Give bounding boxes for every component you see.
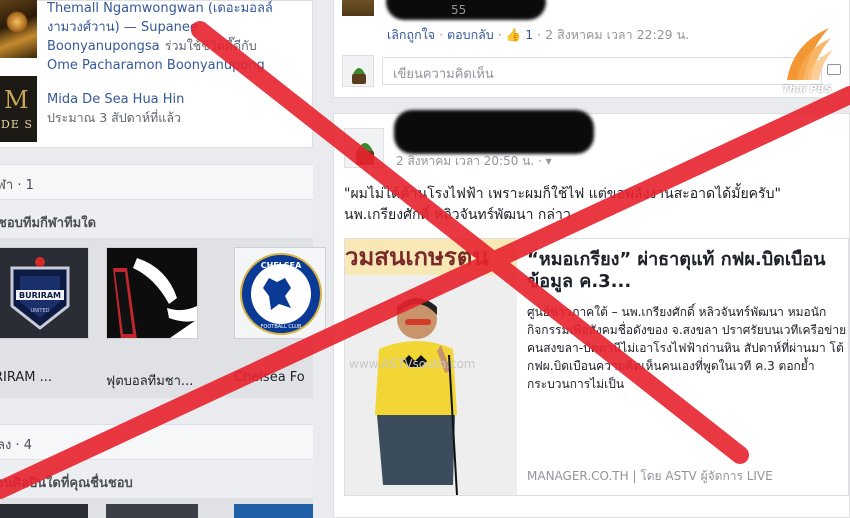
comment-input[interactable]: เขียนความคิดเห็น bbox=[382, 57, 822, 85]
artist-thumb[interactable] bbox=[234, 504, 313, 518]
mida-thumbnail[interactable]: M DE S bbox=[0, 76, 37, 142]
themall-thumbnail[interactable] bbox=[0, 0, 37, 58]
redaction-mark bbox=[394, 110, 594, 154]
link-source: MANAGER.CO.TH | โดย ASTV ผู้จัดการ LIVE bbox=[527, 469, 773, 483]
music-header-label: ลง · 4 bbox=[0, 438, 32, 453]
like-count[interactable]: 1 bbox=[525, 27, 533, 42]
post-body: "ผมไม่ได้ค้านโรงไฟฟ้า เพราะผมก็ใช้ไฟ แต่… bbox=[344, 184, 849, 226]
sports-section-header[interactable]: ฬา · 1 bbox=[0, 164, 313, 200]
image-watermark: www.ASTVsouth.com bbox=[349, 357, 476, 371]
activity-item-themall[interactable]: Themall Ngamwongwan (เดอะมอลล์งามวงศ์วาน… bbox=[47, 0, 312, 74]
music-section-header[interactable]: ลง · 4 bbox=[0, 424, 313, 460]
thai-pbs-logo: Thai PBS bbox=[779, 22, 835, 102]
activity-tagged[interactable]: Ome Pacharamon Boonyanupong bbox=[47, 58, 265, 73]
activity-card: Themall Ngamwongwan (เดอะมอลล์งามวงศ์วาน… bbox=[0, 0, 313, 148]
thumbs-up-icon[interactable]: 👍 bbox=[506, 27, 522, 42]
reply-link[interactable]: ตอบกลับ bbox=[447, 27, 494, 42]
comment-thread: 55 เลิกถูกใจ · ตอบกลับ · 👍 1 · 2 สิงหาคม… bbox=[333, 0, 850, 98]
chelsea-fc-crest-icon[interactable]: CHELSEA FOOTBALL CLUB bbox=[234, 247, 326, 339]
image-banner-text: วมสนเกษรตน bbox=[345, 239, 517, 275]
left-sidebar: Themall Ngamwongwan (เดอะมอลล์งามวงศ์วาน… bbox=[0, 0, 326, 518]
svg-text:CHELSEA: CHELSEA bbox=[261, 261, 302, 270]
comment-redacted-suffix: 55 bbox=[451, 3, 467, 17]
mida-logo-word: DE S bbox=[1, 118, 33, 131]
artist-thumb[interactable] bbox=[106, 504, 198, 518]
team-grid: BURIRAM UNITED CHELSEA FOOTBALL CLUB IRA… bbox=[0, 238, 326, 398]
link-preview-image[interactable]: วมสนเกษรตน www.ASTVsouth.com bbox=[345, 239, 517, 495]
sports-question: ชอบทีมกีฬาทีมใด bbox=[0, 200, 313, 238]
feed-post: 2 สิงหาคม เวลา 20:50 น. · ▾ "ผมไม่ได้ค้า… bbox=[333, 110, 850, 518]
artist-thumb[interactable] bbox=[0, 504, 88, 518]
composer-avatar bbox=[342, 55, 374, 87]
sports-header-label: ฬา · 1 bbox=[0, 178, 34, 193]
post-timestamp[interactable]: 2 สิงหาคม เวลา 20:50 น. · bbox=[396, 154, 542, 168]
post-byline: นพ.เกรียงศักดิ์ หลิวจันทร์พัฒนา กล่าว bbox=[344, 207, 571, 223]
artist-grid bbox=[0, 498, 313, 518]
mida-logo-mark: M bbox=[4, 86, 29, 114]
comment-timestamp[interactable]: 2 สิงหาคม เวลา 22:29 น. bbox=[545, 27, 689, 42]
music-question: อนศิลปินใดที่คุณชื่นชอบ bbox=[0, 460, 313, 498]
comment-actions: เลิกถูกใจ · ตอบกลับ · 👍 1 · 2 สิงหาคม เว… bbox=[387, 27, 690, 42]
link-title[interactable]: “หมอเกรียง” ผ่าธาตุแท้ กฟผ.บิดเบือนข้อมู… bbox=[527, 249, 842, 293]
commenter-avatar[interactable] bbox=[342, 0, 374, 16]
speaker-photo bbox=[345, 275, 517, 495]
thai-pbs-logo-text: Thai PBS bbox=[782, 84, 832, 95]
news-feed: 55 เลิกถูกใจ · ตอบกลับ · 👍 1 · 2 สิงหาคม… bbox=[333, 0, 850, 518]
team-label-national[interactable]: ฟุตบอลทีมชา... bbox=[106, 370, 193, 391]
buriram-united-badge-icon[interactable]: BURIRAM UNITED bbox=[0, 247, 89, 339]
sports-question-label: ชอบทีมกีฬาทีมใด bbox=[0, 216, 97, 231]
mida-subtitle: ประมาณ 3 สัปดาห์ที่แล้ว bbox=[47, 110, 182, 125]
activity-suffix: ร่วมใช้ชีวิตดี๊ดีกับ bbox=[164, 38, 257, 53]
post-meta: 2 สิงหาคม เวลา 20:50 น. · ▾ bbox=[396, 152, 552, 171]
team-label-chelsea[interactable]: Chelsea Fo bbox=[234, 370, 305, 385]
comment-composer: เขียนความคิดเห็น bbox=[342, 55, 847, 89]
svg-text:UNITED: UNITED bbox=[31, 308, 50, 314]
post-quote: "ผมไม่ได้ค้านโรงไฟฟ้า เพราะผมก็ใช้ไฟ แต่… bbox=[344, 186, 781, 202]
team-label-buriram[interactable]: RIRAM ... bbox=[0, 370, 52, 385]
mida-title[interactable]: Mida De Sea Hua Hin bbox=[47, 91, 312, 109]
link-description: ศูนย์ข่าวภาคใต้ – นพ.เกรียงศักดิ์ หลิวจั… bbox=[527, 305, 847, 391]
thai-pbs-logo-icon bbox=[787, 28, 833, 80]
unlike-link[interactable]: เลิกถูกใจ bbox=[387, 27, 435, 42]
music-question-label: อนศิลปินใดที่คุณชื่นชอบ bbox=[0, 476, 133, 491]
activity-item-mida[interactable]: Mida De Sea Hua Hin ประมาณ 3 สัปดาห์ที่แ… bbox=[47, 91, 312, 127]
link-preview-card[interactable]: วมสนเกษรตน www.ASTVsouth.com “หมอเกรียง”… bbox=[344, 238, 849, 496]
svg-text:FOOTBALL CLUB: FOOTBALL CLUB bbox=[261, 324, 303, 330]
svg-text:BURIRAM: BURIRAM bbox=[19, 291, 61, 300]
football-jersey-icon[interactable] bbox=[106, 247, 198, 339]
privacy-dropdown-icon[interactable]: ▾ bbox=[546, 154, 552, 168]
post-author-avatar[interactable] bbox=[344, 128, 384, 168]
